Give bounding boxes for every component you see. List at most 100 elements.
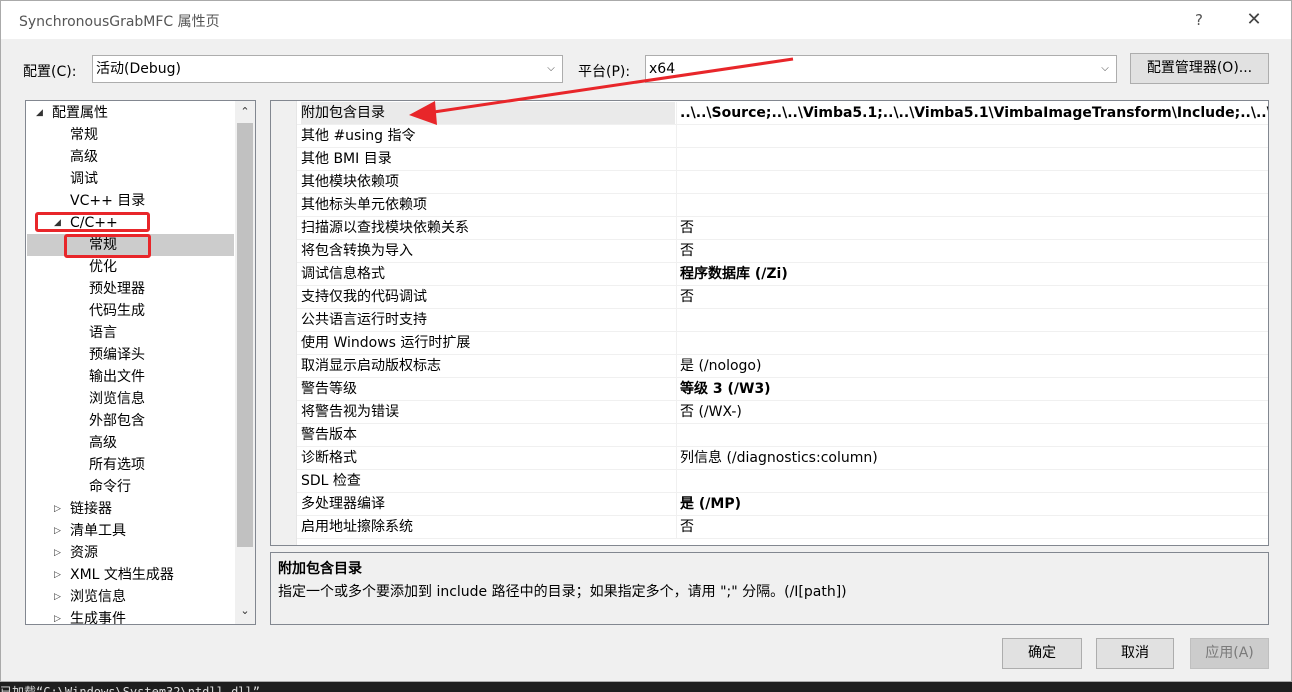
close-button[interactable]: ✕ bbox=[1239, 7, 1269, 33]
category-tree[interactable]: ◢ 配置属性 常规 高级 调试 VC++ 目录 ◢ C/C++ 常规 优化 预处理器 代码生成 语言 预编… bbox=[25, 100, 256, 625]
property-row[interactable]: 公共语言运行时支持 bbox=[297, 309, 1268, 332]
tree-item[interactable]: ▷ 浏览信息 bbox=[26, 586, 234, 608]
tree-item[interactable]: ▷ XML 文档生成器 bbox=[26, 564, 234, 586]
tree-item[interactable]: 代码生成 bbox=[26, 300, 234, 322]
property-value[interactable]: 否 bbox=[676, 286, 1268, 308]
property-value[interactable] bbox=[676, 171, 1268, 193]
property-value[interactable] bbox=[676, 309, 1268, 331]
config-manager-button[interactable]: 配置管理器(O)... bbox=[1130, 53, 1269, 84]
property-name: 扫描源以查找模块依赖关系 bbox=[301, 220, 469, 236]
property-value[interactable] bbox=[676, 194, 1268, 216]
tree-item[interactable]: 输出文件 bbox=[26, 366, 234, 388]
property-row[interactable]: 其他模块依赖项 bbox=[297, 171, 1268, 194]
tree-item-label: 优化 bbox=[89, 259, 117, 275]
tree-item[interactable]: 预处理器 bbox=[26, 278, 234, 300]
tree-item-label: 高级 bbox=[89, 435, 117, 451]
property-value[interactable]: 程序数据库 (/Zi) bbox=[676, 263, 1268, 285]
property-value[interactable] bbox=[676, 424, 1268, 446]
property-value[interactable]: 等级 3 (/W3) bbox=[676, 378, 1268, 400]
property-row[interactable]: 支持仅我的代码调试 否 bbox=[297, 286, 1268, 309]
tree-item[interactable]: 优化 bbox=[26, 256, 234, 278]
platform-combo[interactable]: x64 ⌵ bbox=[645, 55, 1117, 83]
property-row[interactable]: 警告版本 bbox=[297, 424, 1268, 447]
help-button[interactable]: ? bbox=[1189, 7, 1209, 33]
tree-item[interactable]: ◢ 配置属性 bbox=[26, 102, 234, 124]
cancel-button[interactable]: 取消 bbox=[1096, 638, 1174, 669]
property-value[interactable]: 否 bbox=[676, 516, 1268, 538]
tree-item[interactable]: 预编译头 bbox=[26, 344, 234, 366]
property-value[interactable]: ..\..\Source;..\..\Vimba5.1;..\..\Vimba5… bbox=[676, 102, 1268, 124]
property-value[interactable]: 否 bbox=[676, 217, 1268, 239]
config-combo[interactable]: 活动(Debug) ⌵ bbox=[92, 55, 563, 83]
property-value[interactable]: 否 bbox=[676, 240, 1268, 262]
property-value[interactable]: 是 (/nologo) bbox=[676, 355, 1268, 377]
expand-icon[interactable]: ▷ bbox=[54, 564, 61, 586]
tree-item[interactable]: ▷ 链接器 bbox=[26, 498, 234, 520]
property-pages-dialog: SynchronousGrabMFC 属性页 ? ✕ 配置(C): 活动(Deb… bbox=[0, 0, 1292, 682]
property-value[interactable]: 列信息 (/diagnostics:column) bbox=[676, 447, 1268, 469]
tree-item-label: 浏览信息 bbox=[89, 391, 145, 407]
property-name: 调试信息格式 bbox=[301, 266, 385, 282]
property-row[interactable]: 扫描源以查找模块依赖关系 否 bbox=[297, 217, 1268, 240]
property-row[interactable]: 其他 BMI 目录 bbox=[297, 148, 1268, 171]
tree-item[interactable]: 浏览信息 bbox=[26, 388, 234, 410]
tree-item-label: 所有选项 bbox=[89, 457, 145, 473]
tree-item[interactable]: VC++ 目录 bbox=[26, 190, 234, 212]
expand-icon[interactable]: ▷ bbox=[54, 520, 61, 542]
tree-item[interactable]: ▷ 资源 bbox=[26, 542, 234, 564]
property-grid[interactable]: 附加包含目录 ..\..\Source;..\..\Vimba5.1;..\..\… bbox=[270, 100, 1269, 546]
tree-item[interactable]: 常规 bbox=[26, 124, 234, 146]
property-value[interactable] bbox=[676, 470, 1268, 492]
tree-item-label: 配置属性 bbox=[52, 105, 108, 121]
property-row[interactable]: 启用地址擦除系统 否 bbox=[297, 516, 1268, 539]
scroll-up-icon[interactable]: ⌃ bbox=[235, 102, 255, 122]
property-name: 附加包含目录 bbox=[301, 102, 675, 124]
tree-item[interactable]: ▷ 生成事件 bbox=[26, 608, 234, 624]
property-row[interactable]: 使用 Windows 运行时扩展 bbox=[297, 332, 1268, 355]
expand-icon[interactable]: ▷ bbox=[54, 586, 61, 608]
property-row[interactable]: 将包含转换为导入 否 bbox=[297, 240, 1268, 263]
property-row[interactable]: 调试信息格式 程序数据库 (/Zi) bbox=[297, 263, 1268, 286]
tree-item-label: 输出文件 bbox=[89, 369, 145, 385]
property-name: 其他 #using 指令 bbox=[301, 128, 416, 144]
property-row[interactable]: 多处理器编译 是 (/MP) bbox=[297, 493, 1268, 516]
expand-icon[interactable]: ▷ bbox=[54, 542, 61, 564]
property-name: 其他 BMI 目录 bbox=[301, 151, 392, 167]
property-row[interactable]: 其他 #using 指令 bbox=[297, 125, 1268, 148]
property-value[interactable] bbox=[676, 148, 1268, 170]
expand-icon[interactable]: ▷ bbox=[54, 498, 61, 520]
tree-item[interactable]: 高级 bbox=[26, 432, 234, 454]
property-name: 警告版本 bbox=[301, 427, 357, 443]
tree-item[interactable]: 外部包含 bbox=[26, 410, 234, 432]
tree-item-label: 资源 bbox=[70, 545, 98, 561]
tree-item[interactable]: 语言 bbox=[26, 322, 234, 344]
apply-button[interactable]: 应用(A) bbox=[1190, 638, 1269, 669]
property-row[interactable]: 诊断格式 列信息 (/diagnostics:column) bbox=[297, 447, 1268, 470]
tree-item[interactable]: 调试 bbox=[26, 168, 234, 190]
scroll-down-icon[interactable]: ⌄ bbox=[235, 601, 255, 621]
tree-item[interactable]: ▷ 清单工具 bbox=[26, 520, 234, 542]
tree-scrollbar[interactable]: ⌃ ⌄ bbox=[235, 101, 255, 624]
property-row[interactable]: 附加包含目录 ..\..\Source;..\..\Vimba5.1;..\..\… bbox=[297, 102, 1268, 125]
property-name: 其他标头单元依赖项 bbox=[301, 197, 427, 213]
expand-icon[interactable]: ▷ bbox=[54, 608, 61, 624]
tree-item-label: 命令行 bbox=[89, 479, 131, 495]
property-value[interactable]: 否 (/WX-) bbox=[676, 401, 1268, 423]
property-value[interactable] bbox=[676, 332, 1268, 354]
property-row[interactable]: 其他标头单元依赖项 bbox=[297, 194, 1268, 217]
property-row[interactable]: 取消显示启动版权标志 是 (/nologo) bbox=[297, 355, 1268, 378]
property-row[interactable]: SDL 检查 bbox=[297, 470, 1268, 493]
tree-item[interactable]: 所有选项 bbox=[26, 454, 234, 476]
property-value[interactable] bbox=[676, 125, 1268, 147]
tree-item[interactable]: 命令行 bbox=[26, 476, 234, 498]
chevron-down-icon: ⌵ bbox=[547, 63, 555, 74]
property-name: 取消显示启动版权标志 bbox=[301, 358, 441, 374]
scroll-thumb[interactable] bbox=[237, 123, 253, 547]
collapse-icon[interactable]: ◢ bbox=[36, 102, 43, 124]
property-row[interactable]: 将警告视为错误 否 (/WX-) bbox=[297, 401, 1268, 424]
property-value[interactable]: 是 (/MP) bbox=[676, 493, 1268, 515]
tree-item[interactable]: 高级 bbox=[26, 146, 234, 168]
property-name: 警告等级 bbox=[301, 381, 357, 397]
property-row[interactable]: 警告等级 等级 3 (/W3) bbox=[297, 378, 1268, 401]
ok-button[interactable]: 确定 bbox=[1002, 638, 1082, 669]
